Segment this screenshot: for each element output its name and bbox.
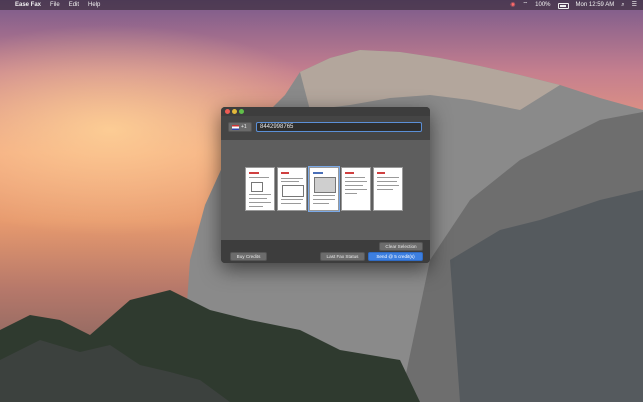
send-button[interactable]: Send @ 5 credit(s) xyxy=(368,252,423,261)
menu-bar: Ease Fax File Edit Help ◉ ⌔ 100% Mon 12:… xyxy=(0,0,643,10)
fax-number-input[interactable]: 8442998765 xyxy=(256,122,422,132)
flag-icon xyxy=(232,124,239,130)
buy-credits-button[interactable]: Buy Credits xyxy=(230,252,267,261)
menu-edit[interactable]: Edit xyxy=(69,0,79,10)
clock[interactable]: Mon 12:59 AM xyxy=(576,0,615,10)
wifi-icon[interactable]: ⌔ xyxy=(523,0,529,10)
notification-icon[interactable]: ☰ xyxy=(632,0,637,10)
close-button[interactable] xyxy=(225,109,230,114)
battery-percent: 100% xyxy=(535,2,551,8)
page-thumbnail[interactable] xyxy=(341,167,371,211)
country-code: +1 xyxy=(241,124,247,130)
title-bar[interactable] xyxy=(221,107,430,116)
country-code-button[interactable]: +1 xyxy=(228,122,252,132)
page-thumbnails xyxy=(245,166,403,212)
spotlight-icon[interactable]: ⌕ xyxy=(621,0,624,10)
window-footer: Clear Selection Buy Credits Last Fax Sta… xyxy=(221,240,430,263)
menu-help[interactable]: Help xyxy=(88,0,100,10)
zoom-button[interactable] xyxy=(239,109,244,114)
last-fax-status-button[interactable]: Last Fax Status xyxy=(320,252,365,261)
page-thumbnail[interactable] xyxy=(373,167,403,211)
minimize-button[interactable] xyxy=(232,109,237,114)
ease-fax-window: +1 8442998765 Clear Selection Buy Credit… xyxy=(221,107,430,263)
page-thumbnail[interactable] xyxy=(245,167,275,211)
page-thumbnail[interactable] xyxy=(308,166,340,212)
app-menu[interactable]: Ease Fax xyxy=(15,0,41,10)
toolbar: +1 8442998765 xyxy=(221,116,430,140)
document-preview-area xyxy=(221,140,430,240)
menu-file[interactable]: File xyxy=(50,0,60,10)
app-status-icon[interactable]: ◉ xyxy=(510,0,515,10)
page-thumbnail[interactable] xyxy=(277,167,307,211)
battery-icon[interactable] xyxy=(557,3,569,9)
clear-selection-button[interactable]: Clear Selection xyxy=(379,242,423,251)
